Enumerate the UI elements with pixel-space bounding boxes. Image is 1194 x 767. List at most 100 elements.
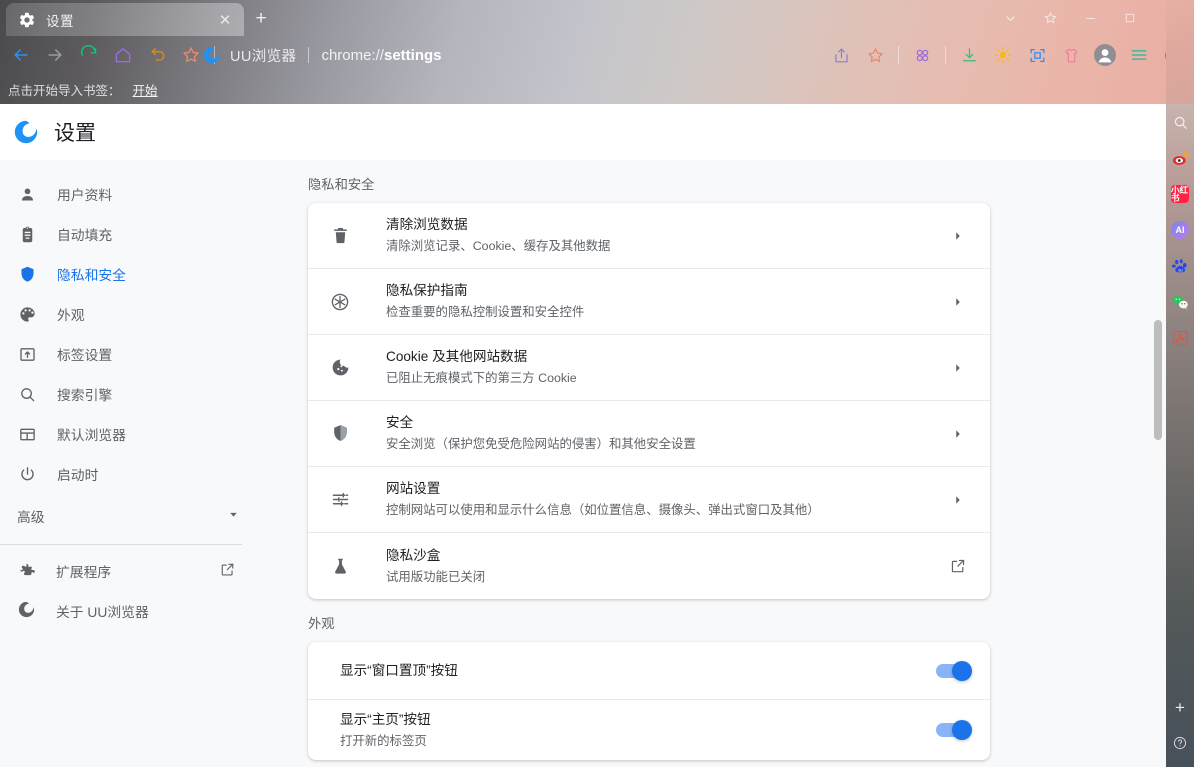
sidebar-item-label: 搜索引擎 [57,384,112,404]
sidebar-item-search-engine[interactable]: 搜索引擎 [0,374,260,414]
chevron-down-icon[interactable] [990,0,1030,36]
reload-icon[interactable] [72,38,106,72]
sidebar-item-autofill[interactable]: 自动填充 [0,214,260,254]
dock-top-items: 小红书 AI du [1166,104,1194,356]
uu-logo-icon [17,600,36,622]
wechat-icon[interactable] [1166,284,1194,320]
star-icon[interactable] [858,38,892,72]
omnibox[interactable]: UU浏览器 chrome://settings [202,36,442,74]
sidebar-item-on-startup[interactable]: 启动时 [0,454,260,494]
ai-label: AI [1171,221,1189,239]
row-title: 网站设置 [386,479,934,499]
menu-icon[interactable] [1122,38,1156,72]
chevron-right-icon[interactable] [946,356,970,380]
chevron-right-icon[interactable] [946,290,970,314]
home-icon[interactable] [106,38,140,72]
trash-icon [328,224,352,248]
sidebar-item-label: 关于 UU浏览器 [56,601,149,621]
settings-main: 隐私和安全 清除浏览数据 清除浏览记录、Cookie、缓存及其他数据 [260,160,1166,760]
browser-tab-settings[interactable]: 设置 ✕ [6,3,244,36]
sidebar-item-label: 外观 [57,304,85,324]
chevron-right-icon[interactable] [946,224,970,248]
sidebar-item-appearance[interactable]: 外观 [0,294,260,334]
dock-bottom-items: + [1166,689,1194,761]
toggle-window-on-top[interactable] [936,659,970,683]
maximize-icon[interactable] [1110,0,1150,36]
browser-window-icon [17,424,37,444]
baidu-icon[interactable]: du [1166,248,1194,284]
clothes-icon[interactable] [1054,38,1088,72]
sidebar-item-extensions[interactable]: 扩展程序 [0,551,260,591]
help-icon[interactable] [1166,725,1194,761]
row-title: Cookie 及其他网站数据 [386,347,934,367]
bookmark-bar: 点击开始导入书签： 开始 [0,74,1194,104]
privacy-guide-icon [328,290,352,314]
apps-grid-icon[interactable] [905,38,939,72]
download-icon[interactable] [952,38,986,72]
sidebar-item-label: 隐私和安全 [57,264,126,284]
row-show-window-on-top-button[interactable]: 显示“窗口置顶”按钮 [308,642,990,700]
sidebar-item-privacy-and-security[interactable]: 隐私和安全 [0,254,260,294]
row-site-settings[interactable]: 网站设置 控制网站可以使用和显示什么信息（如位置信息、摄像头、弹出式窗口及其他） [308,467,990,533]
sidebar-item-about[interactable]: 关于 UU浏览器 [0,591,260,631]
forward-icon[interactable] [38,38,72,72]
weibo-icon[interactable] [1166,140,1194,176]
side-dock: 小红书 AI du + [1166,104,1194,767]
sidebar-item-tabs[interactable]: 标签设置 [0,334,260,374]
omnibox-url[interactable]: chrome://settings [321,47,441,64]
minimize-icon[interactable] [1070,0,1110,36]
browser-window: 设置 ✕ + [0,0,1194,767]
external-link-icon [219,561,236,581]
ai-icon[interactable]: AI [1166,212,1194,248]
navigation-buttons [4,36,221,74]
uu-logo-icon [202,45,222,65]
row-security[interactable]: 安全 安全浏览（保护您免受危险网站的侵害）和其他安全设置 [308,401,990,467]
external-link-icon[interactable] [946,554,970,578]
sidebar-item-profile[interactable]: 用户资料 [0,174,260,214]
palette-icon [17,304,37,324]
row-privacy-guide[interactable]: 隐私保护指南 检查重要的隐私控制设置和安全控件 [308,269,990,335]
omnibox-divider [308,47,309,63]
add-icon[interactable]: + [1166,689,1194,725]
svg-text:du: du [1178,267,1182,272]
row-show-home-button[interactable]: 显示“主页”按钮 打开新的标签页 [308,700,990,760]
chevron-right-icon[interactable] [946,422,970,446]
page-scrollbar[interactable] [1152,160,1164,767]
screenshot-icon[interactable] [1020,38,1054,72]
row-privacy-sandbox[interactable]: 隐私沙盒 试用版功能已关闭 [308,533,990,599]
bookmark-import-start-link[interactable]: 开始 [133,80,158,99]
pin-icon[interactable] [1030,0,1070,36]
search-icon[interactable] [1166,104,1194,140]
settings-sidebar: 用户资料 自动填充 隐私和安全 [0,160,260,631]
chevron-right-icon[interactable] [946,488,970,512]
window-controls [990,0,1194,36]
chevron-down-icon [227,508,240,524]
omnibox-brand: UU浏览器 [230,45,296,66]
browser-toolbar: UU浏览器 chrome://settings [0,36,1194,74]
back-icon[interactable] [4,38,38,72]
sidebar-item-label: 标签设置 [57,344,112,364]
profile-avatar-icon[interactable] [1088,38,1122,72]
person-icon [17,184,37,204]
sidebar-item-default-browser[interactable]: 默认浏览器 [0,414,260,454]
xiaohongshu-icon[interactable]: 小红书 [1166,176,1194,212]
toggle-home-button[interactable] [936,718,970,742]
search-icon [17,384,37,404]
undo-icon[interactable] [140,38,174,72]
new-tab-button[interactable]: + [248,6,274,32]
row-cookies-and-site-data[interactable]: Cookie 及其他网站数据 已阻止无痕模式下的第三方 Cookie [308,335,990,401]
pdf-icon[interactable] [1166,320,1194,356]
toolbar-actions [824,36,1190,74]
share-icon[interactable] [824,38,858,72]
clipboard-icon [17,224,37,244]
row-clear-browsing-data[interactable]: 清除浏览数据 清除浏览记录、Cookie、缓存及其他数据 [308,203,990,269]
brightness-icon[interactable] [986,38,1020,72]
scrollbar-thumb[interactable] [1154,320,1162,440]
toolbar-divider-3 [945,46,946,64]
sidebar-item-advanced[interactable]: 高级 [0,494,260,538]
row-title: 隐私沙盒 [386,546,934,566]
settings-scroll-area[interactable]: 用户资料 自动填充 隐私和安全 [0,160,1166,767]
page-title: 设置 [54,117,96,147]
settings-page: 设置 在设置中搜索 用户资料 [0,104,1166,767]
close-icon[interactable]: ✕ [214,9,236,31]
